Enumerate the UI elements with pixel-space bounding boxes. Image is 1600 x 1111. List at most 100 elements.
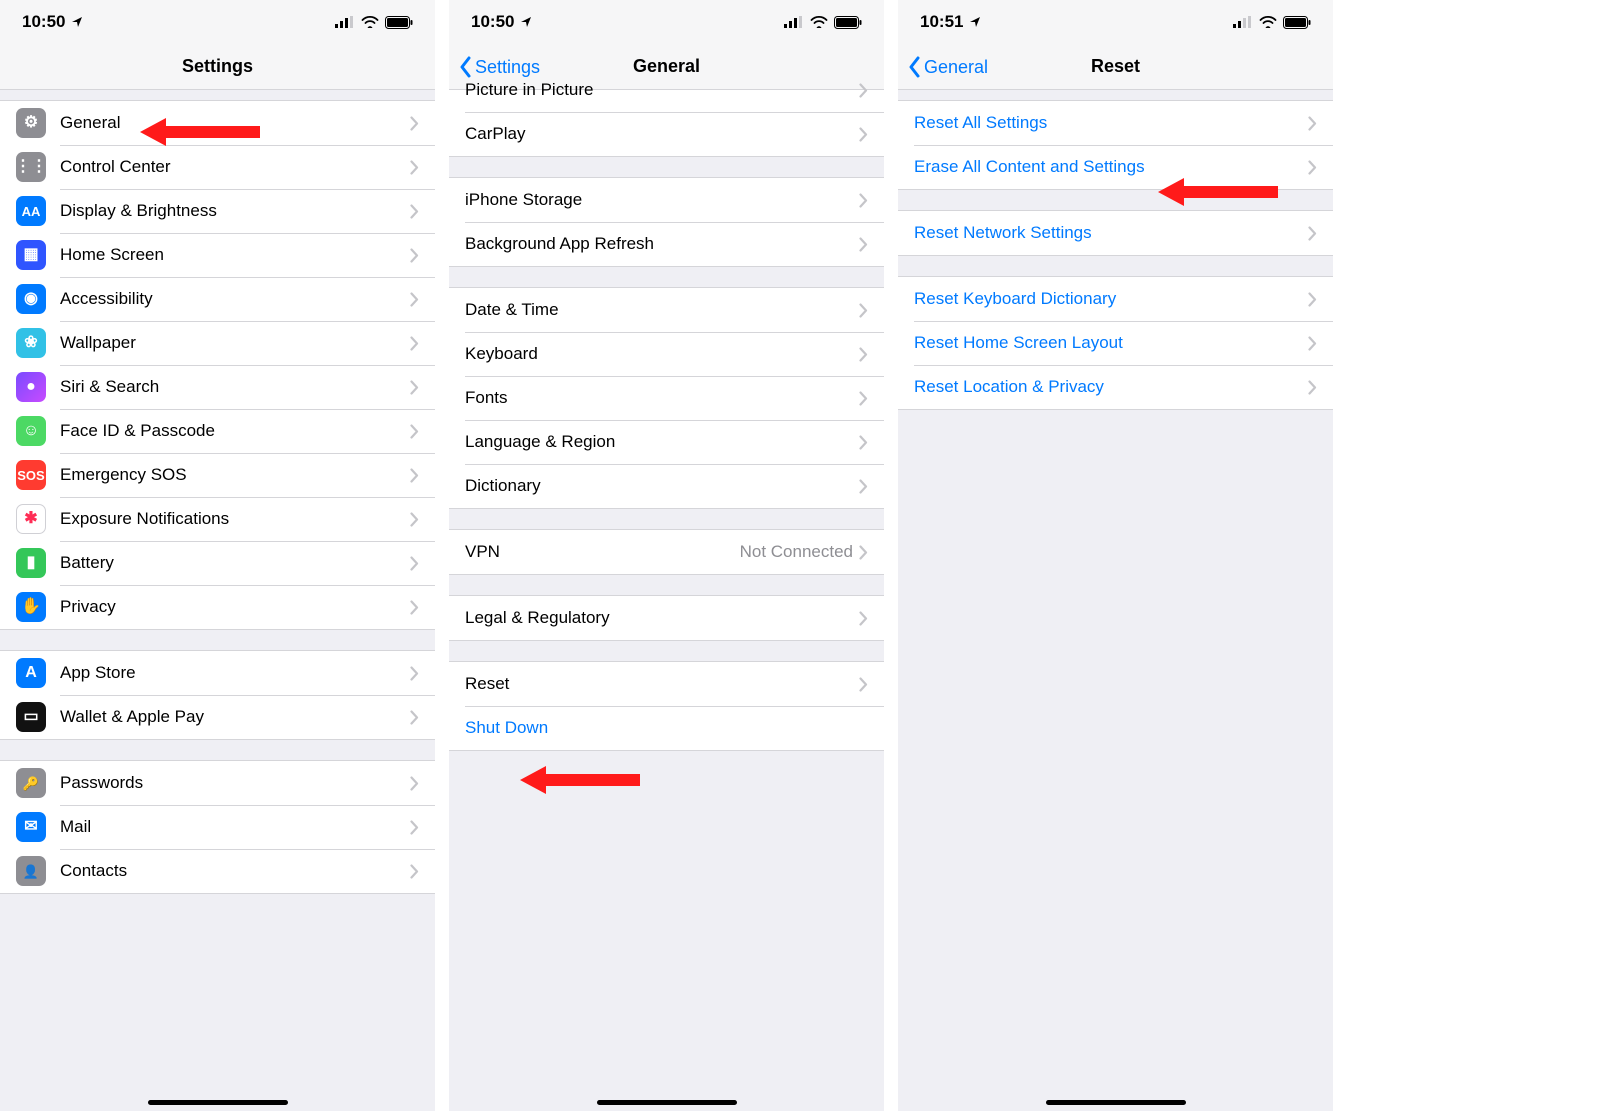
row-label: VPN — [465, 542, 740, 562]
location-icon — [71, 16, 83, 28]
list-row[interactable]: ● Siri & Search — [0, 365, 435, 409]
wifi-icon — [810, 16, 828, 28]
list-row[interactable]: Reset Location & Privacy — [898, 365, 1333, 409]
list-row[interactable]: 🔑 Passwords — [0, 761, 435, 805]
mail-icon: ✉ — [16, 812, 46, 842]
list-row[interactable]: ⚙ General — [0, 101, 435, 145]
status-bar: 10:50 — [0, 0, 435, 44]
list-row[interactable]: SOS Emergency SOS — [0, 453, 435, 497]
chevron-right-icon — [410, 600, 419, 615]
row-label: App Store — [60, 663, 410, 683]
nav-bar: Settings — [0, 44, 435, 90]
control-icon: ⋮⋮ — [16, 152, 46, 182]
chevron-right-icon — [410, 160, 419, 175]
list-row[interactable]: ☺ Face ID & Passcode — [0, 409, 435, 453]
list-group: Reset Keyboard Dictionary Reset Home Scr… — [898, 276, 1333, 410]
list-row[interactable]: Shut Down — [449, 706, 884, 750]
list-row[interactable]: Reset Home Screen Layout — [898, 321, 1333, 365]
row-label: Exposure Notifications — [60, 509, 410, 529]
list-row[interactable]: 👤 Contacts — [0, 849, 435, 893]
home-indicator — [148, 1100, 288, 1105]
row-label: Reset — [465, 674, 859, 694]
display-icon: AA — [16, 196, 46, 226]
status-time: 10:50 — [471, 12, 514, 32]
row-label: CarPlay — [465, 124, 859, 144]
list-row[interactable]: ❀ Wallpaper — [0, 321, 435, 365]
chevron-right-icon — [859, 677, 868, 692]
chevron-right-icon — [859, 611, 868, 626]
chevron-right-icon — [410, 336, 419, 351]
list-row[interactable]: Picture in Picture — [449, 68, 884, 112]
list-row[interactable]: Keyboard — [449, 332, 884, 376]
row-label: Face ID & Passcode — [60, 421, 410, 441]
wall-icon: ❀ — [16, 328, 46, 358]
faceid-icon: ☺ — [16, 416, 46, 446]
row-label: Siri & Search — [60, 377, 410, 397]
chevron-left-icon — [908, 56, 922, 78]
list-row[interactable]: ▭ Wallet & Apple Pay — [0, 695, 435, 739]
list-row[interactable]: ✋ Privacy — [0, 585, 435, 629]
chevron-right-icon — [410, 204, 419, 219]
list-row[interactable]: Reset All Settings — [898, 101, 1333, 145]
sos-icon: SOS — [16, 460, 46, 490]
chevron-right-icon — [410, 116, 419, 131]
chevron-right-icon — [1308, 226, 1317, 241]
chevron-right-icon — [410, 556, 419, 571]
page-title: Reset — [1091, 56, 1140, 77]
chevron-right-icon — [410, 512, 419, 527]
location-icon — [969, 16, 981, 28]
list-row[interactable]: ✉ Mail — [0, 805, 435, 849]
cellular-icon — [784, 16, 804, 28]
list-row[interactable]: ✱ Exposure Notifications — [0, 497, 435, 541]
back-button[interactable]: General — [908, 44, 988, 90]
list-row[interactable]: Date & Time — [449, 288, 884, 332]
list-row[interactable]: Background App Refresh — [449, 222, 884, 266]
list-row[interactable]: Legal & Regulatory — [449, 596, 884, 640]
home-icon: ▦ — [16, 240, 46, 270]
list-row[interactable]: Dictionary — [449, 464, 884, 508]
row-label: iPhone Storage — [465, 190, 859, 210]
chevron-right-icon — [410, 776, 419, 791]
row-label: Battery — [60, 553, 410, 573]
list-row[interactable]: ◉ Accessibility — [0, 277, 435, 321]
chevron-right-icon — [859, 545, 868, 560]
row-label: Contacts — [60, 861, 410, 881]
list-row[interactable]: ▦ Home Screen — [0, 233, 435, 277]
list-row[interactable]: iPhone Storage — [449, 178, 884, 222]
row-label: Wallpaper — [60, 333, 410, 353]
row-label: Passwords — [60, 773, 410, 793]
list-row[interactable]: VPN Not Connected — [449, 530, 884, 574]
chevron-right-icon — [410, 468, 419, 483]
row-label: Mail — [60, 817, 410, 837]
list-row[interactable]: Language & Region — [449, 420, 884, 464]
chevron-right-icon — [859, 479, 868, 494]
list-group: VPN Not Connected — [449, 529, 884, 575]
row-label: Home Screen — [60, 245, 410, 265]
row-label: Date & Time — [465, 300, 859, 320]
row-value: Not Connected — [740, 542, 853, 562]
row-label: Accessibility — [60, 289, 410, 309]
list-row[interactable]: ▮ Battery — [0, 541, 435, 585]
list-row[interactable]: Reset — [449, 662, 884, 706]
chevron-right-icon — [859, 435, 868, 450]
appstore-icon: A — [16, 658, 46, 688]
list-group: Date & Time Keyboard Fonts Language & Re… — [449, 287, 884, 509]
chevron-right-icon — [410, 666, 419, 681]
nav-bar: General Reset — [898, 44, 1333, 90]
list-row[interactable]: ⋮⋮ Control Center — [0, 145, 435, 189]
row-label: Legal & Regulatory — [465, 608, 859, 628]
list-row[interactable]: CarPlay — [449, 112, 884, 156]
list-row[interactable]: Reset Network Settings — [898, 211, 1333, 255]
cellular-icon — [1233, 16, 1253, 28]
list-row[interactable]: Erase All Content and Settings — [898, 145, 1333, 189]
list-row[interactable]: A App Store — [0, 651, 435, 695]
row-label: Reset Network Settings — [914, 223, 1308, 243]
list-row[interactable]: AA Display & Brightness — [0, 189, 435, 233]
battery-icon — [385, 16, 413, 29]
list-row[interactable]: Fonts — [449, 376, 884, 420]
status-time: 10:50 — [22, 12, 65, 32]
row-label: Picture in Picture — [465, 80, 859, 100]
list-row[interactable]: Reset Keyboard Dictionary — [898, 277, 1333, 321]
chevron-right-icon — [410, 380, 419, 395]
phone-general: 10:50 Settings General Picture in Pictur… — [449, 0, 884, 1111]
